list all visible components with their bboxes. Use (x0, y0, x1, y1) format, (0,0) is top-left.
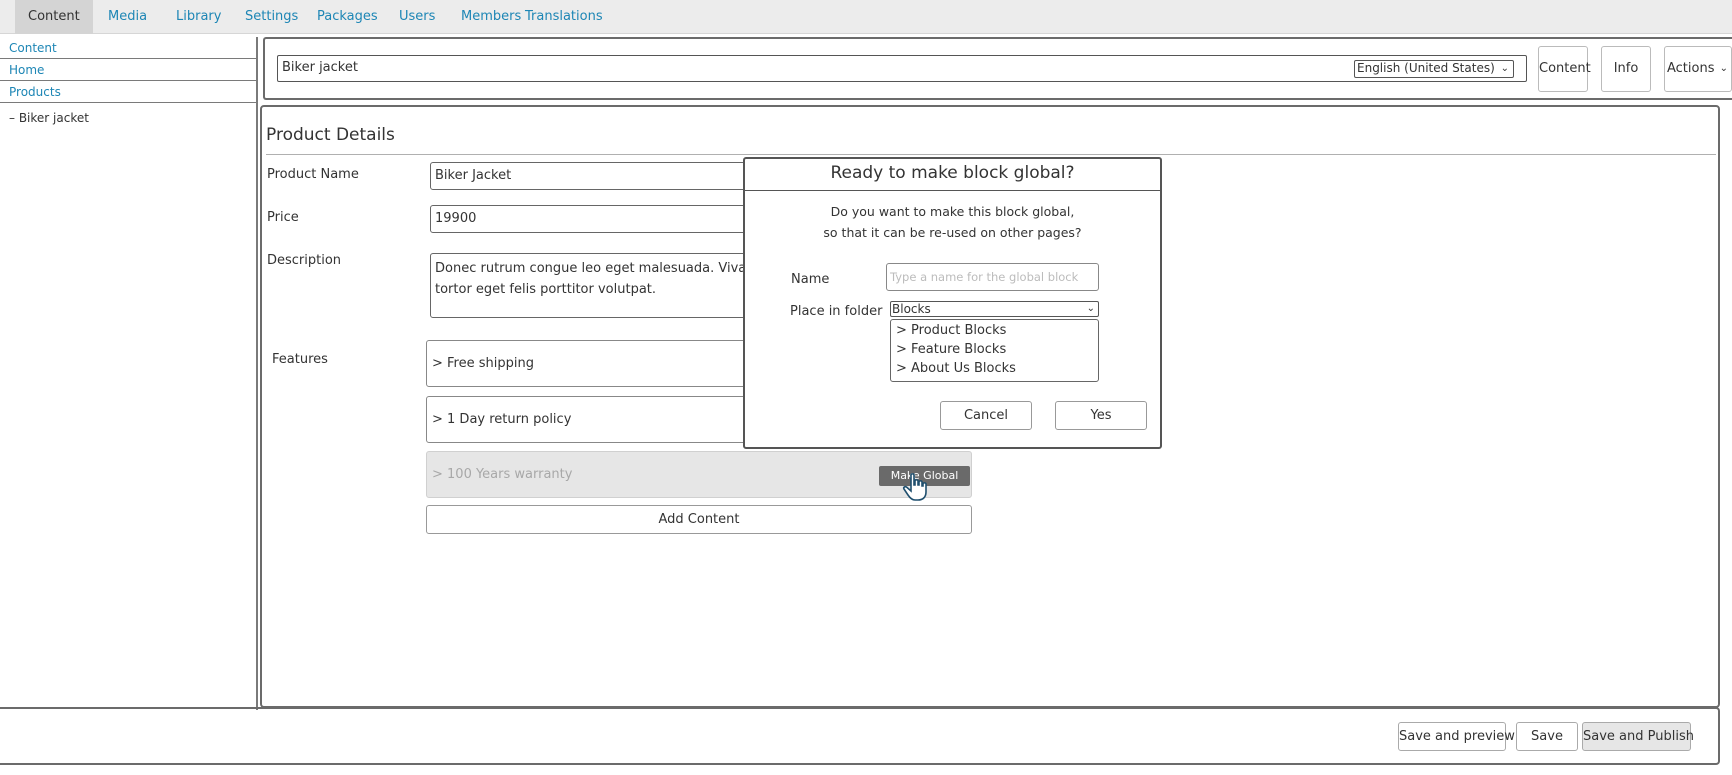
save-and-preview-button[interactable]: Save and preview (1398, 722, 1515, 751)
content-tree-sidebar: Content Home Products – Biker jacket (0, 37, 258, 710)
actions-menu-button[interactable]: Actions ⌄ (1664, 46, 1732, 92)
editor-header: Biker jacket English (United States) ⌄ C… (263, 37, 1732, 100)
chevron-down-icon: ⌄ (1719, 63, 1728, 74)
make-global-dialog: Ready to make block global? Do you want … (743, 157, 1162, 449)
nav-item-settings[interactable]: Settings (245, 0, 298, 34)
nav-item-packages[interactable]: Packages (317, 0, 378, 34)
content-view-button[interactable]: Content (1538, 46, 1591, 92)
section-title: Product Details (266, 125, 395, 145)
folder-select-value: Blocks (892, 302, 931, 316)
section-divider (266, 154, 1716, 155)
tree-item-home[interactable]: Home (0, 59, 256, 81)
dialog-title: Ready to make block global? (745, 159, 1160, 191)
chevron-down-icon: ⌄ (1500, 63, 1509, 74)
folder-label: Place in folder (790, 304, 883, 319)
actions-label: Actions (1667, 61, 1715, 76)
nav-item-content[interactable]: Content (15, 0, 93, 34)
save-and-publish-button[interactable]: Save and Publish (1582, 722, 1694, 751)
folder-item-feature-blocks[interactable]: > Feature Blocks (896, 340, 1006, 359)
add-content-button[interactable]: Add Content (426, 505, 972, 534)
price-label: Price (267, 210, 299, 225)
tree-item-biker-jacket[interactable]: – Biker jacket (9, 107, 89, 129)
nav-item-members[interactable]: Members (461, 0, 521, 34)
dialog-cancel-button[interactable]: Cancel (940, 401, 1032, 430)
tree-item-products[interactable]: Products (0, 81, 256, 103)
dialog-message-line1: Do you want to make this block global, (830, 204, 1075, 219)
hand-pointer-icon (902, 473, 927, 501)
folder-list: > Product Blocks > Feature Blocks > Abou… (890, 319, 1099, 382)
folder-select[interactable]: Blocks ⌄ (890, 301, 1099, 317)
folder-item-product-blocks[interactable]: > Product Blocks (896, 321, 1006, 340)
nav-item-translations[interactable]: Translations (525, 0, 603, 34)
dialog-yes-button[interactable]: Yes (1055, 401, 1147, 430)
block-name-input[interactable]: Type a name for the global block (886, 263, 1099, 291)
features-label: Features (272, 352, 328, 367)
node-name-value: Biker jacket (282, 60, 358, 75)
language-value: English (United States) (1357, 61, 1495, 75)
save-button[interactable]: Save (1516, 722, 1578, 751)
top-navigation: Content Media Library Settings Packages … (0, 0, 1732, 34)
language-select[interactable]: English (United States) ⌄ (1354, 60, 1514, 78)
tree-item-content[interactable]: Content (0, 37, 256, 59)
node-name-input[interactable]: Biker jacket English (United States) ⌄ (277, 55, 1527, 82)
info-view-button[interactable]: Info (1601, 46, 1651, 92)
dialog-message-line2: so that it can be re-used on other pages… (823, 225, 1082, 240)
product-name-label: Product Name (267, 167, 359, 182)
nav-item-users[interactable]: Users (399, 0, 435, 34)
chevron-down-icon: ⌄ (1086, 303, 1095, 314)
editor-footer: Save and preview Save Save and Publish (0, 707, 1720, 765)
nav-item-media[interactable]: Media (108, 0, 147, 34)
folder-item-about-us-blocks[interactable]: > About Us Blocks (896, 359, 1016, 378)
nav-item-library[interactable]: Library (176, 0, 221, 34)
block-name-label: Name (791, 272, 830, 287)
description-label: Description (267, 253, 342, 268)
